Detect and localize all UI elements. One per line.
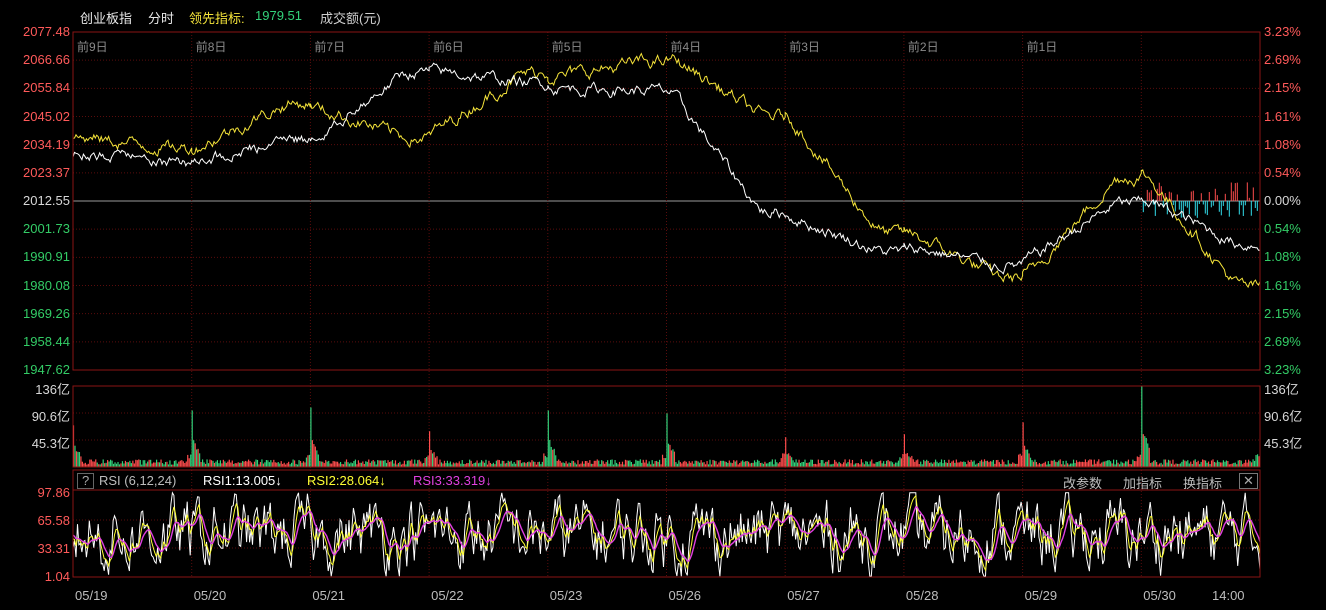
percent-tick-label: 0.00% bbox=[1264, 193, 1301, 208]
time-tick-label: 05/20 bbox=[193, 588, 227, 603]
day-label: 前3日 bbox=[789, 40, 820, 54]
grid-layer bbox=[73, 32, 1260, 577]
rsi-tick-label: 1.04 bbox=[44, 569, 70, 584]
volume-tick-label: 136亿 bbox=[35, 382, 70, 397]
volume-tick-label: 90.6亿 bbox=[1264, 409, 1303, 424]
percent-tick-label: 1.61% bbox=[1264, 277, 1301, 293]
rsi1-value: RSI1:13.005↓ bbox=[203, 473, 282, 488]
price-tick-label: 1947.62 bbox=[23, 362, 70, 377]
close-icon[interactable]: ✕ bbox=[1239, 473, 1258, 489]
volume-tick-label: 45.3亿 bbox=[1264, 436, 1303, 451]
time-tick-label: 05/23 bbox=[549, 588, 583, 603]
volume-tick-label: 90.6亿 bbox=[31, 409, 70, 424]
percent-tick-label: 2.15% bbox=[1264, 305, 1301, 321]
percent-tick-label: 0.54% bbox=[1264, 221, 1301, 237]
day-label: 前4日 bbox=[670, 40, 702, 54]
rsi-tick-label: 33.31 bbox=[37, 541, 70, 556]
time-tick-label: 14:00 bbox=[1212, 588, 1245, 603]
help-button[interactable]: ? bbox=[77, 473, 95, 489]
rsi-name: RSI (6,12,24) bbox=[99, 473, 177, 488]
day-label: 前6日 bbox=[433, 40, 464, 54]
price-tick-label: 2077.48 bbox=[23, 24, 70, 39]
price-tick-label: 1980.08 bbox=[23, 277, 70, 293]
percent-tick-label: 2.69% bbox=[1264, 333, 1301, 349]
rsi-tick-label: 65.58 bbox=[37, 513, 70, 528]
day-label: 前9日 bbox=[77, 40, 108, 54]
percent-tick-label: 3.23% bbox=[1264, 362, 1301, 377]
percent-tick-label: 3.23% bbox=[1264, 24, 1301, 39]
day-label: 前2日 bbox=[907, 40, 939, 54]
intraday-volume-ticks bbox=[1142, 182, 1258, 218]
volume-tick-label: 45.3亿 bbox=[31, 436, 70, 451]
price-tick-label: 2034.19 bbox=[23, 136, 70, 152]
day-label: 前5日 bbox=[551, 40, 583, 54]
time-tick-label: 05/28 bbox=[905, 588, 939, 603]
time-tick-label: 05/30 bbox=[1143, 588, 1176, 603]
day-label: 前1日 bbox=[1026, 40, 1058, 54]
price-tick-label: 2012.55 bbox=[23, 193, 70, 208]
time-tick-label: 05/21 bbox=[312, 588, 345, 603]
price-tick-label: 2066.66 bbox=[23, 52, 70, 68]
price-tick-label: 1958.44 bbox=[23, 333, 70, 349]
time-tick-label: 05/22 bbox=[431, 588, 464, 603]
time-tick-label: 05/19 bbox=[75, 588, 108, 603]
day-label: 前7日 bbox=[314, 40, 346, 54]
percent-tick-label: 2.15% bbox=[1264, 80, 1301, 96]
switch-indicator-button[interactable]: 换指标 bbox=[1183, 473, 1222, 492]
time-tick-label: 05/27 bbox=[787, 588, 820, 603]
percent-tick-label: 1.61% bbox=[1264, 108, 1301, 124]
rsi-tick-label: 97.86 bbox=[37, 485, 70, 500]
price-tick-label: 1990.91 bbox=[23, 249, 70, 265]
rsi3-value: RSI3:33.319↓ bbox=[413, 473, 492, 488]
percent-tick-label: 0.54% bbox=[1264, 164, 1301, 180]
price-tick-label: 1969.26 bbox=[23, 305, 70, 321]
time-tick-label: 05/29 bbox=[1024, 588, 1058, 603]
rsi-toolbar: ? RSI (6,12,24) RSI1:13.005↓ RSI2:28.064… bbox=[73, 470, 1260, 492]
price-tick-label: 2045.02 bbox=[23, 108, 70, 124]
volume-tick-label: 136亿 bbox=[1264, 382, 1299, 397]
percent-tick-label: 1.08% bbox=[1264, 249, 1301, 265]
price-tick-label: 2055.84 bbox=[23, 80, 70, 96]
percent-tick-label: 1.08% bbox=[1264, 136, 1301, 152]
edit-params-button[interactable]: 改参数 bbox=[1063, 473, 1102, 492]
day-label: 前8日 bbox=[195, 40, 227, 54]
add-indicator-button[interactable]: 加指标 bbox=[1123, 473, 1162, 492]
time-tick-label: 05/26 bbox=[668, 588, 702, 603]
percent-tick-label: 2.69% bbox=[1264, 52, 1301, 68]
intraday-chart[interactable] bbox=[0, 0, 1326, 610]
rsi2-value: RSI2:28.064↓ bbox=[307, 473, 386, 488]
price-tick-label: 2001.73 bbox=[23, 221, 70, 237]
price-tick-label: 2023.37 bbox=[23, 164, 70, 180]
